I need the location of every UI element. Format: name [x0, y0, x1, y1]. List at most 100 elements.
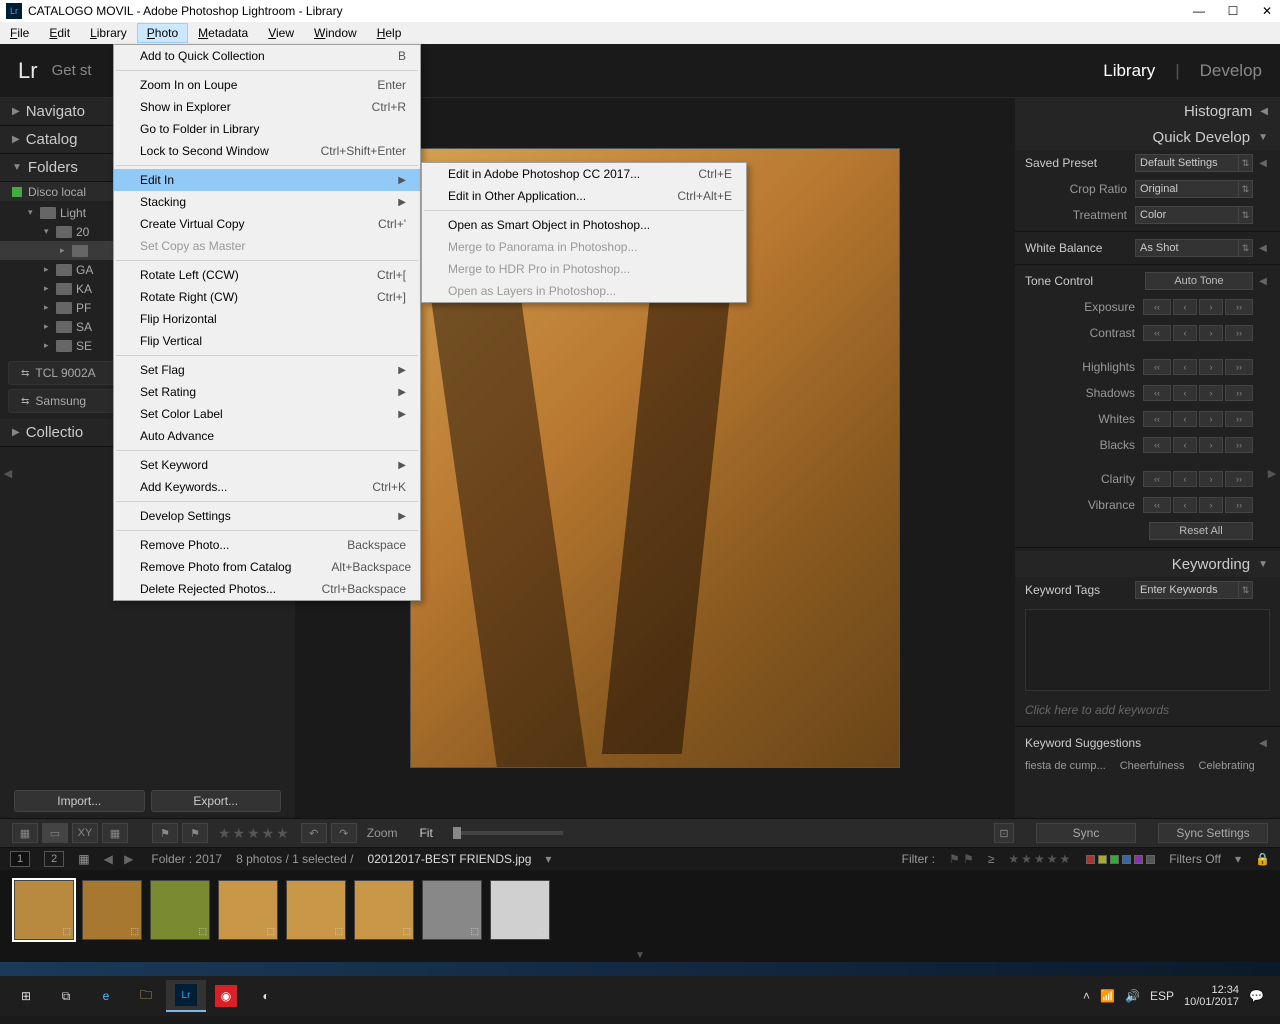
menu-item[interactable]: Zoom In on LoupeEnter: [114, 74, 420, 96]
menu-item[interactable]: Edit in Other Application...Ctrl+Alt+E: [422, 185, 746, 207]
menu-photo[interactable]: Photo: [137, 23, 188, 43]
reset-all-button[interactable]: Reset All: [1149, 522, 1253, 540]
menu-item[interactable]: Set Rating▶: [114, 381, 420, 403]
filter-colors[interactable]: [1086, 855, 1155, 864]
loupe-view-button[interactable]: ▭: [42, 823, 68, 843]
filmstrip-thumb[interactable]: ⬚: [354, 880, 414, 940]
menu-item[interactable]: Develop Settings▶: [114, 505, 420, 527]
keyword-box[interactable]: [1025, 609, 1270, 691]
menu-item[interactable]: Go to Folder in Library: [114, 118, 420, 140]
zoom-slider[interactable]: [453, 831, 563, 835]
keywording-header[interactable]: Keywording▼: [1015, 551, 1280, 577]
filmstrip[interactable]: ⬚⬚⬚⬚⬚⬚⬚⬚: [0, 870, 1280, 950]
filmstrip-thumb[interactable]: ⬚: [82, 880, 142, 940]
whites-dec[interactable]: ‹: [1173, 411, 1197, 427]
whites-dec2[interactable]: ‹‹: [1143, 411, 1171, 427]
blacks-inc2[interactable]: ››: [1225, 437, 1253, 453]
minimize-button[interactable]: —: [1192, 4, 1206, 18]
shadows-dec[interactable]: ‹: [1173, 385, 1197, 401]
auto-tone-button[interactable]: Auto Tone: [1145, 272, 1253, 290]
highlights-dec[interactable]: ‹: [1173, 359, 1197, 375]
compare-view-button[interactable]: XY: [72, 823, 98, 843]
menu-view[interactable]: View: [258, 23, 304, 43]
exposure-inc[interactable]: ›: [1199, 299, 1223, 315]
sync-switch[interactable]: ⊡: [994, 823, 1014, 843]
menu-file[interactable]: File: [0, 23, 39, 43]
shadows-dec2[interactable]: ‹‹: [1143, 385, 1171, 401]
clarity-dec[interactable]: ‹: [1173, 471, 1197, 487]
treatment-select[interactable]: Color: [1135, 206, 1239, 224]
highlights-inc2[interactable]: ››: [1225, 359, 1253, 375]
explorer-icon[interactable]: 🗀: [126, 980, 166, 1012]
blacks-dec2[interactable]: ‹‹: [1143, 437, 1171, 453]
left-panel-collapse[interactable]: ◀: [0, 98, 16, 848]
blacks-inc[interactable]: ›: [1199, 437, 1223, 453]
vibrance-inc2[interactable]: ››: [1225, 497, 1253, 513]
keyword-hint[interactable]: Click here to add keywords: [1015, 697, 1280, 723]
keyword-suggestion[interactable]: fiesta de cump...: [1025, 760, 1106, 772]
tray-chevron-icon[interactable]: ˄: [1083, 989, 1090, 1003]
clarity-inc[interactable]: ›: [1199, 471, 1223, 487]
flag-pick-button[interactable]: ⚑: [152, 823, 178, 843]
menu-item[interactable]: Auto Advance: [114, 425, 420, 447]
menu-item[interactable]: Add Keywords...Ctrl+K: [114, 476, 420, 498]
filmstrip-thumb[interactable]: ⬚: [490, 880, 550, 940]
filmstrip-thumb[interactable]: ⬚: [218, 880, 278, 940]
menu-item[interactable]: Show in ExplorerCtrl+R: [114, 96, 420, 118]
shadows-inc[interactable]: ›: [1199, 385, 1223, 401]
wb-select[interactable]: As Shot: [1135, 239, 1239, 257]
contrast-inc2[interactable]: ››: [1225, 325, 1253, 341]
tray-volume-icon[interactable]: 🔊: [1125, 989, 1140, 1003]
exposure-inc2[interactable]: ››: [1225, 299, 1253, 315]
module-library[interactable]: Library: [1103, 61, 1155, 81]
menu-metadata[interactable]: Metadata: [188, 23, 258, 43]
import-button[interactable]: Import...: [14, 790, 145, 812]
filmstrip-thumb[interactable]: ⬚: [14, 880, 74, 940]
clarity-inc2[interactable]: ››: [1225, 471, 1253, 487]
lightroom-taskbar-icon[interactable]: Lr: [166, 980, 206, 1012]
tray-clock[interactable]: 12:34 10/01/2017: [1184, 984, 1239, 1008]
tray-language[interactable]: ESP: [1150, 989, 1174, 1003]
menu-library[interactable]: Library: [80, 23, 137, 43]
start-button[interactable]: ⊞: [6, 980, 46, 1012]
app-icon-2[interactable]: ◐: [246, 980, 286, 1012]
flag-reject-button[interactable]: ⚑: [182, 823, 208, 843]
task-view-button[interactable]: ⧉: [46, 980, 86, 1012]
keyword-tags-select[interactable]: Enter Keywords: [1135, 581, 1239, 599]
menu-item[interactable]: Remove Photo from CatalogAlt+Backspace: [114, 556, 420, 578]
page-2[interactable]: 2: [44, 851, 64, 867]
close-button[interactable]: ✕: [1260, 4, 1274, 18]
filmstrip-collapse[interactable]: ▼: [0, 950, 1280, 962]
exposure-dec[interactable]: ‹: [1173, 299, 1197, 315]
zoom-fit[interactable]: Fit: [419, 826, 432, 840]
menu-item[interactable]: Edit in Adobe Photoshop CC 2017...Ctrl+E: [422, 163, 746, 185]
crop-ratio-select[interactable]: Original: [1135, 180, 1239, 198]
menu-window[interactable]: Window: [304, 23, 367, 43]
menu-item[interactable]: Set Color Label▶: [114, 403, 420, 425]
menu-item[interactable]: Flip Vertical: [114, 330, 420, 352]
rotate-left-button[interactable]: ↶: [301, 823, 327, 843]
filmstrip-thumb[interactable]: ⬚: [150, 880, 210, 940]
filter-flags[interactable]: ⚑ ⚑: [949, 852, 974, 866]
page-1[interactable]: 1: [10, 851, 30, 867]
filmstrip-thumb[interactable]: ⬚: [286, 880, 346, 940]
survey-view-button[interactable]: ▦: [102, 823, 128, 843]
vibrance-dec[interactable]: ‹: [1173, 497, 1197, 513]
filmstrip-thumb[interactable]: ⬚: [422, 880, 482, 940]
menu-help[interactable]: Help: [367, 23, 412, 43]
edge-icon[interactable]: e: [86, 980, 126, 1012]
menu-item[interactable]: Delete Rejected Photos...Ctrl+Backspace: [114, 578, 420, 600]
menu-item[interactable]: Lock to Second WindowCtrl+Shift+Enter: [114, 140, 420, 162]
saved-preset-select[interactable]: Default Settings: [1135, 154, 1239, 172]
shadows-inc2[interactable]: ››: [1225, 385, 1253, 401]
tray-notification-icon[interactable]: 💬: [1249, 989, 1264, 1003]
maximize-button[interactable]: ☐: [1226, 4, 1240, 18]
rating-stars[interactable]: ★★★★★: [218, 825, 291, 842]
contrast-dec2[interactable]: ‹‹: [1143, 325, 1171, 341]
menu-item[interactable]: Edit In▶: [114, 169, 420, 191]
menu-item[interactable]: Set Flag▶: [114, 359, 420, 381]
tray-network-icon[interactable]: 📶: [1100, 989, 1115, 1003]
menu-item[interactable]: Add to Quick CollectionB: [114, 45, 420, 67]
module-develop[interactable]: Develop: [1200, 61, 1262, 81]
filters-off[interactable]: Filters Off: [1169, 852, 1221, 866]
